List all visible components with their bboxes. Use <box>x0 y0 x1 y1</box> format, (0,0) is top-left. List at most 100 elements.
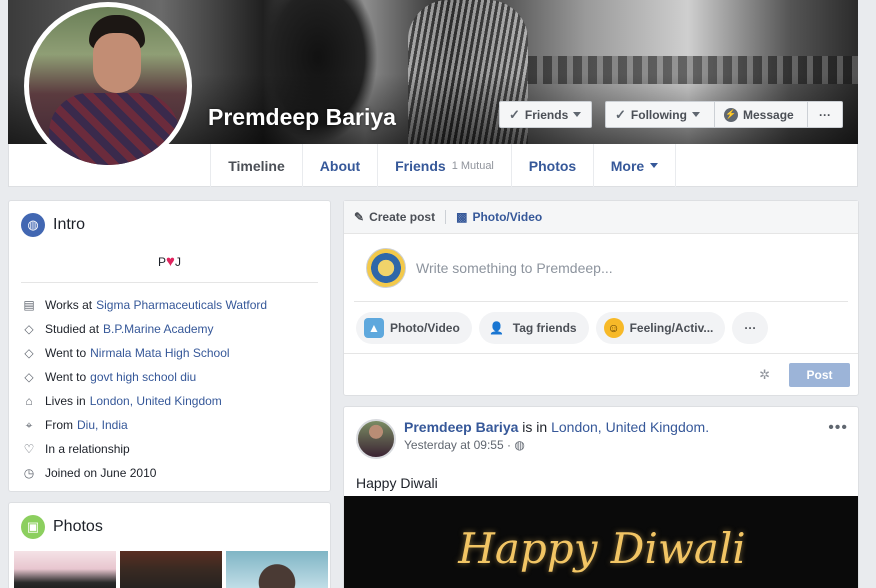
caret-down-icon <box>573 112 582 117</box>
tab-friends[interactable]: Friends 1 Mutual <box>377 144 511 187</box>
tab-timeline-label: Timeline <box>228 157 285 174</box>
profile-name[interactable]: Premdeep Bariya <box>208 104 396 131</box>
messenger-icon: ⚡ <box>724 107 738 122</box>
feed-post: Premdeep Bariya is in London, United Kin… <box>343 406 859 588</box>
more-dots-icon: ··· <box>819 107 831 122</box>
tab-photos-label: Photos <box>528 157 577 174</box>
check-icon: ✓ <box>509 106 520 122</box>
post-meta: Premdeep Bariya is in London, United Kin… <box>404 419 709 459</box>
intro-header: ◍ Intro <box>9 201 330 249</box>
create-post-tab[interactable]: ✎ Create post <box>354 210 435 224</box>
feeling-activity-button-label: Feeling/Activ... <box>629 321 714 335</box>
heart-icon: ♥ <box>166 253 175 270</box>
intro-item-work: ▤ Works at Sigma Pharmaceuticals Watford <box>21 293 318 317</box>
intro-item-text: Joined on June 2010 <box>45 466 157 480</box>
intro-item-text: From <box>45 418 73 432</box>
intro-list: ▤ Works at Sigma Pharmaceuticals Watford… <box>9 283 330 485</box>
pencil-icon: ✎ <box>354 210 365 224</box>
profile-picture-image <box>29 7 187 165</box>
intro-item-text: Went to <box>45 346 87 360</box>
photo-video-tab[interactable]: ▩ Photo/Video <box>456 210 542 224</box>
tab-more-label: More <box>610 157 645 174</box>
hometown-link[interactable]: Diu, India <box>77 418 128 432</box>
photos-header[interactable]: ▣ Photos <box>9 503 330 551</box>
composer-footer: ✲ Post <box>344 353 858 395</box>
intro-item-text: Lives in <box>45 394 86 408</box>
bio-initial-left: P <box>158 255 167 269</box>
settings-gear-icon[interactable]: ✲ <box>759 367 770 383</box>
composer-tabs: ✎ Create post ▩ Photo/Video <box>344 201 858 234</box>
post-timestamp: Yesterday at 09:55 · ◍ <box>404 438 709 452</box>
post-options-icon[interactable]: ••• <box>828 419 848 437</box>
globe-icon: ◍ <box>21 213 45 237</box>
photo-thumbnail[interactable] <box>120 551 222 588</box>
school-link[interactable]: govt high school diu <box>90 370 196 384</box>
more-actions-button[interactable]: ··· <box>732 312 769 344</box>
briefcase-icon: ▤ <box>23 298 35 312</box>
school-link[interactable]: Nirmala Mata High School <box>90 346 229 360</box>
following-button[interactable]: ✓ Following <box>605 101 715 128</box>
photo-icon: ▲ <box>364 318 384 338</box>
college-link[interactable]: B.P.Marine Academy <box>103 322 214 336</box>
friends-button[interactable]: ✓ Friends <box>499 101 592 128</box>
public-globe-icon[interactable]: ◍ <box>514 438 524 452</box>
intro-item-text: Studied at <box>45 322 100 336</box>
user-avatar[interactable] <box>366 247 406 288</box>
author-name-link[interactable]: Premdeep Bariya <box>404 419 518 435</box>
intro-bio: P♥J <box>21 249 318 283</box>
intro-item-from: ⌖ From Diu, India <box>21 413 318 437</box>
tab-friends-label: Friends <box>395 157 446 174</box>
graduation-cap-icon: ◇ <box>24 346 34 360</box>
friends-button-label: Friends <box>524 107 569 122</box>
tab-about-label: About <box>319 157 361 174</box>
workplace-link[interactable]: Sigma Pharmaceuticals Watford <box>96 298 267 312</box>
more-options-button[interactable]: ··· <box>807 101 843 128</box>
tab-about[interactable]: About <box>302 144 377 187</box>
home-icon: ⌂ <box>25 394 33 408</box>
tag-friends-button-label: Tag friends <box>512 321 577 335</box>
clock-icon: ◷ <box>23 466 35 480</box>
is-in-text: is in <box>522 419 548 435</box>
intro-item-joined: ◷ Joined on June 2010 <box>21 461 318 485</box>
intro-item-text: In a relationship <box>45 442 130 456</box>
author-avatar[interactable] <box>356 419 396 459</box>
tab-photos[interactable]: Photos <box>511 144 593 187</box>
timestamp-link[interactable]: Yesterday at 09:55 · <box>404 438 511 452</box>
post-header: Premdeep Bariya is in London, United Kin… <box>344 407 858 459</box>
caret-down-icon <box>691 112 700 117</box>
camera-icon: ▩ <box>456 210 468 224</box>
caret-down-icon <box>650 163 659 168</box>
current-city-link[interactable]: London, United Kingdom <box>90 394 222 408</box>
feeling-activity-button[interactable]: ☺ Feeling/Activ... <box>595 312 726 344</box>
location-pin-icon: ⌖ <box>25 417 33 432</box>
composer-text-input[interactable]: Write something to Premdeep... <box>416 260 613 276</box>
more-dots-icon: ··· <box>744 321 757 335</box>
tag-friends-button[interactable]: 👤 Tag friends <box>478 312 589 344</box>
photo-video-button-label: Photo/Video <box>390 321 460 335</box>
intro-item-text: Went to <box>45 370 87 384</box>
photo-thumbnail[interactable] <box>14 551 116 588</box>
photo-thumbnail[interactable] <box>226 551 328 588</box>
smiley-icon: ☺ <box>603 318 624 338</box>
tab-timeline[interactable]: Timeline <box>210 144 302 187</box>
photo-video-button[interactable]: ▲ Photo/Video <box>356 312 472 344</box>
post-button[interactable]: Post <box>789 363 850 387</box>
intro-item-school-1: ◇ Went to Nirmala Mata High School <box>21 341 318 365</box>
post-image-text: Happy Diwali <box>458 524 746 573</box>
intro-item-studied: ◇ Studied at B.P.Marine Academy <box>21 317 318 341</box>
avatar-face <box>93 33 141 93</box>
intro-item-lives: ⌂ Lives in London, United Kingdom <box>21 389 318 413</box>
bio-initial-right: J <box>174 255 181 269</box>
post-text: Happy Diwali <box>356 475 438 491</box>
intro-title: Intro <box>53 216 86 233</box>
graduation-cap-icon: ◇ <box>24 322 34 336</box>
avatar-shirt <box>49 93 179 165</box>
post-image[interactable]: Happy Diwali <box>344 496 858 588</box>
message-button[interactable]: ⚡ Message <box>714 101 808 128</box>
post-title: Premdeep Bariya is in London, United Kin… <box>404 419 709 435</box>
message-button-label: Message <box>743 107 794 122</box>
profile-picture[interactable] <box>24 2 192 170</box>
tab-more[interactable]: More <box>593 144 676 187</box>
intro-item-school-2: ◇ Went to govt high school diu <box>21 365 318 389</box>
location-link[interactable]: London, United Kingdom. <box>551 419 709 435</box>
